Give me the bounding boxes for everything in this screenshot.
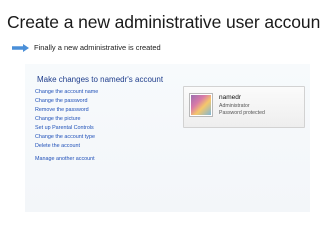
account-card: namedr Administrator Password protected (183, 86, 305, 128)
delete-account-link[interactable]: Delete the account (35, 143, 80, 149)
account-status: Password protected (219, 110, 265, 116)
parental-controls-link[interactable]: Set up Parental Controls (35, 125, 94, 131)
change-account-type-link[interactable]: Change the account type (35, 134, 95, 140)
avatar (189, 93, 213, 117)
panel-title: Make changes to namedr's account (37, 75, 164, 84)
manage-another-account-link[interactable]: Manage another account (35, 156, 95, 162)
account-name: namedr (219, 94, 242, 101)
account-settings-panel: Make changes to namedr's account Change … (25, 64, 310, 212)
slide-title: Create a new administrative user account (7, 12, 320, 32)
remove-password-link[interactable]: Remove the password (35, 107, 89, 113)
slide-subtitle: Finally a new administrative is created (34, 43, 161, 52)
arrow-right-icon (12, 44, 29, 52)
change-picture-link[interactable]: Change the picture (35, 116, 81, 122)
account-type: Administrator (219, 103, 250, 109)
change-account-name-link[interactable]: Change the account name (35, 89, 98, 95)
change-password-link[interactable]: Change the password (35, 98, 87, 104)
